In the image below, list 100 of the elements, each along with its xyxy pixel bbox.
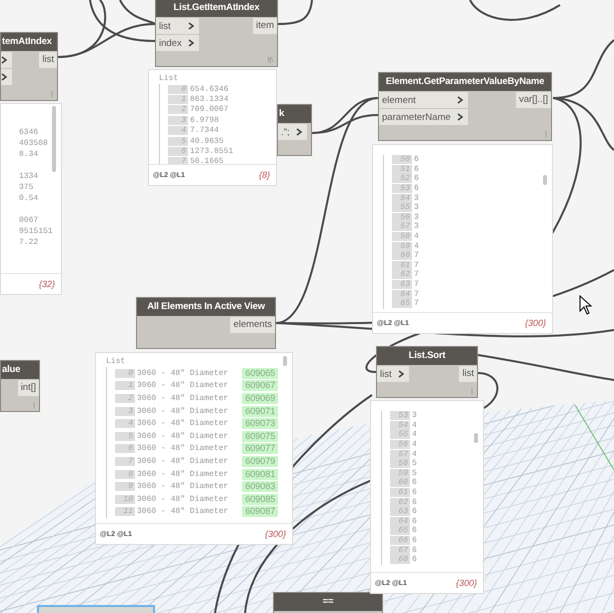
node-card[interactable]: All Elements In Active View elements — [136, 297, 276, 349]
output-port[interactable]: var[]..[] — [516, 92, 551, 108]
item-value: 375 — [19, 183, 34, 192]
item-value: 5 — [412, 468, 417, 478]
item-value: 3060 - 48" Diameter — [137, 394, 228, 403]
item-value: 0067 — [19, 216, 38, 225]
input-port[interactable] — [1, 52, 12, 68]
item-value: 4 — [412, 420, 417, 430]
item-value: 4 — [412, 430, 417, 440]
element-id: 609079 — [242, 456, 278, 467]
cursor-icon — [580, 294, 592, 315]
item-value: 6 — [412, 516, 417, 526]
item-value: 3060 - 48" Diameter — [137, 482, 228, 492]
item-value: 8.34 — [19, 150, 38, 159]
item-value: 3060 - 48" Diameter — [137, 456, 228, 466]
item-value: 6 — [412, 478, 417, 488]
item-value: 6 — [414, 174, 419, 184]
output-port[interactable]: int[] — [18, 380, 39, 396]
node-title: k — [278, 105, 311, 123]
item-value: 3060 - 48" Diameter — [137, 444, 228, 454]
node-title: All Elements In Active View — [137, 298, 275, 316]
output-port[interactable]: item — [253, 18, 277, 34]
item-value: 3 — [414, 212, 419, 222]
input-port[interactable]: parameterName — [379, 109, 468, 125]
element-id: 609087 — [242, 506, 278, 518]
item-value: 7 — [414, 290, 419, 299]
element-id: 609067 — [242, 380, 278, 392]
item-value: 4 — [414, 242, 419, 251]
item-count: {300} — [524, 318, 546, 328]
item-value: 6 — [412, 536, 417, 546]
item-value: 3060 - 48" Diameter — [137, 381, 228, 390]
scrollbar-thumb[interactable] — [52, 106, 56, 172]
input-port[interactable]: list — [377, 366, 409, 382]
item-count: {8} — [258, 170, 270, 180]
chevron-icon — [1, 56, 7, 64]
input-port[interactable]: index — [156, 35, 199, 51]
input-port[interactable]: ."; — [278, 124, 307, 140]
node-title: List.GetItemAtIndex — [156, 0, 277, 17]
item-value: 6 — [414, 164, 419, 174]
item-value: 6 — [412, 526, 417, 536]
item-value: 6 — [412, 555, 417, 564]
input-port[interactable]: element — [379, 92, 468, 108]
item-value: 7.7344 — [190, 126, 219, 136]
wire — [278, 0, 313, 25]
item-value: 1273.8551 — [190, 147, 234, 156]
item-value: 3060 - 48" Diameter — [137, 406, 228, 416]
node-title: Element.GetParameterValueByName — [379, 73, 551, 91]
chevron-icon — [1, 73, 7, 81]
item-value: 4 — [412, 450, 417, 459]
list-label: List — [106, 357, 126, 367]
output-port[interactable]: list — [459, 366, 477, 382]
item-value: 3 — [412, 411, 417, 420]
item-value: 654.6346 — [190, 84, 228, 94]
input-port[interactable] — [1, 69, 12, 85]
item-value: 863.1334 — [190, 95, 228, 104]
chevron-icon — [456, 113, 463, 121]
item-value: 9515151 — [19, 227, 53, 236]
item-value: 3060 - 48" Diameter — [137, 470, 228, 479]
chevron-icon — [296, 128, 302, 136]
scrollbar-thumb[interactable] — [283, 356, 287, 366]
list-label: List — [159, 74, 178, 84]
item-value: 3060 - 48" Diameter — [137, 432, 228, 441]
element-id: 609073 — [242, 418, 278, 430]
output-port[interactable]: list — [39, 52, 57, 68]
item-value: 3 — [414, 222, 419, 232]
scrollbar-thumb[interactable] — [474, 433, 478, 443]
item-value: 3060 - 48" Diameter — [137, 368, 228, 378]
element-id: 609083 — [242, 481, 278, 492]
chevron-icon — [188, 39, 194, 47]
item-value: 4 — [414, 232, 419, 242]
node-title: List.Sort — [377, 347, 477, 365]
item-value: 6 — [412, 488, 417, 498]
item-count: {300} — [264, 529, 286, 539]
item-value: 3060 - 48" Diameter — [137, 507, 228, 516]
item-value: 403508 — [19, 139, 48, 148]
item-value: 6.9798 — [190, 116, 219, 125]
node-card[interactable]: k ."; — [277, 104, 312, 156]
element-id: 609081 — [242, 468, 278, 480]
input-port[interactable]: list — [156, 18, 199, 34]
item-value: 7 — [414, 299, 419, 308]
scrollbar-thumb[interactable] — [543, 175, 547, 185]
item-value: 50.1665 — [190, 157, 224, 164]
item-value: 4 — [412, 440, 417, 450]
item-value: 6 — [414, 155, 419, 164]
item-value: 6 — [412, 498, 417, 507]
item-value: 5 — [412, 459, 417, 468]
element-id: 609075 — [242, 430, 278, 442]
item-value: 6346 — [19, 128, 38, 137]
item-count: {300} — [456, 578, 477, 588]
item-value: 6 — [414, 184, 419, 194]
node-title: temAtIndex — [1, 33, 57, 51]
item-value: 7.22 — [19, 238, 38, 247]
item-value: 3 — [414, 203, 419, 212]
chevron-icon — [188, 22, 194, 30]
item-value: 3 — [414, 194, 419, 203]
item-value: 40.9635 — [190, 136, 224, 146]
item-value: 6 — [412, 507, 417, 516]
output-port[interactable]: elements — [230, 317, 275, 333]
item-value: 3060 - 48" Diameter — [137, 419, 228, 428]
element-id: 609077 — [242, 443, 278, 454]
